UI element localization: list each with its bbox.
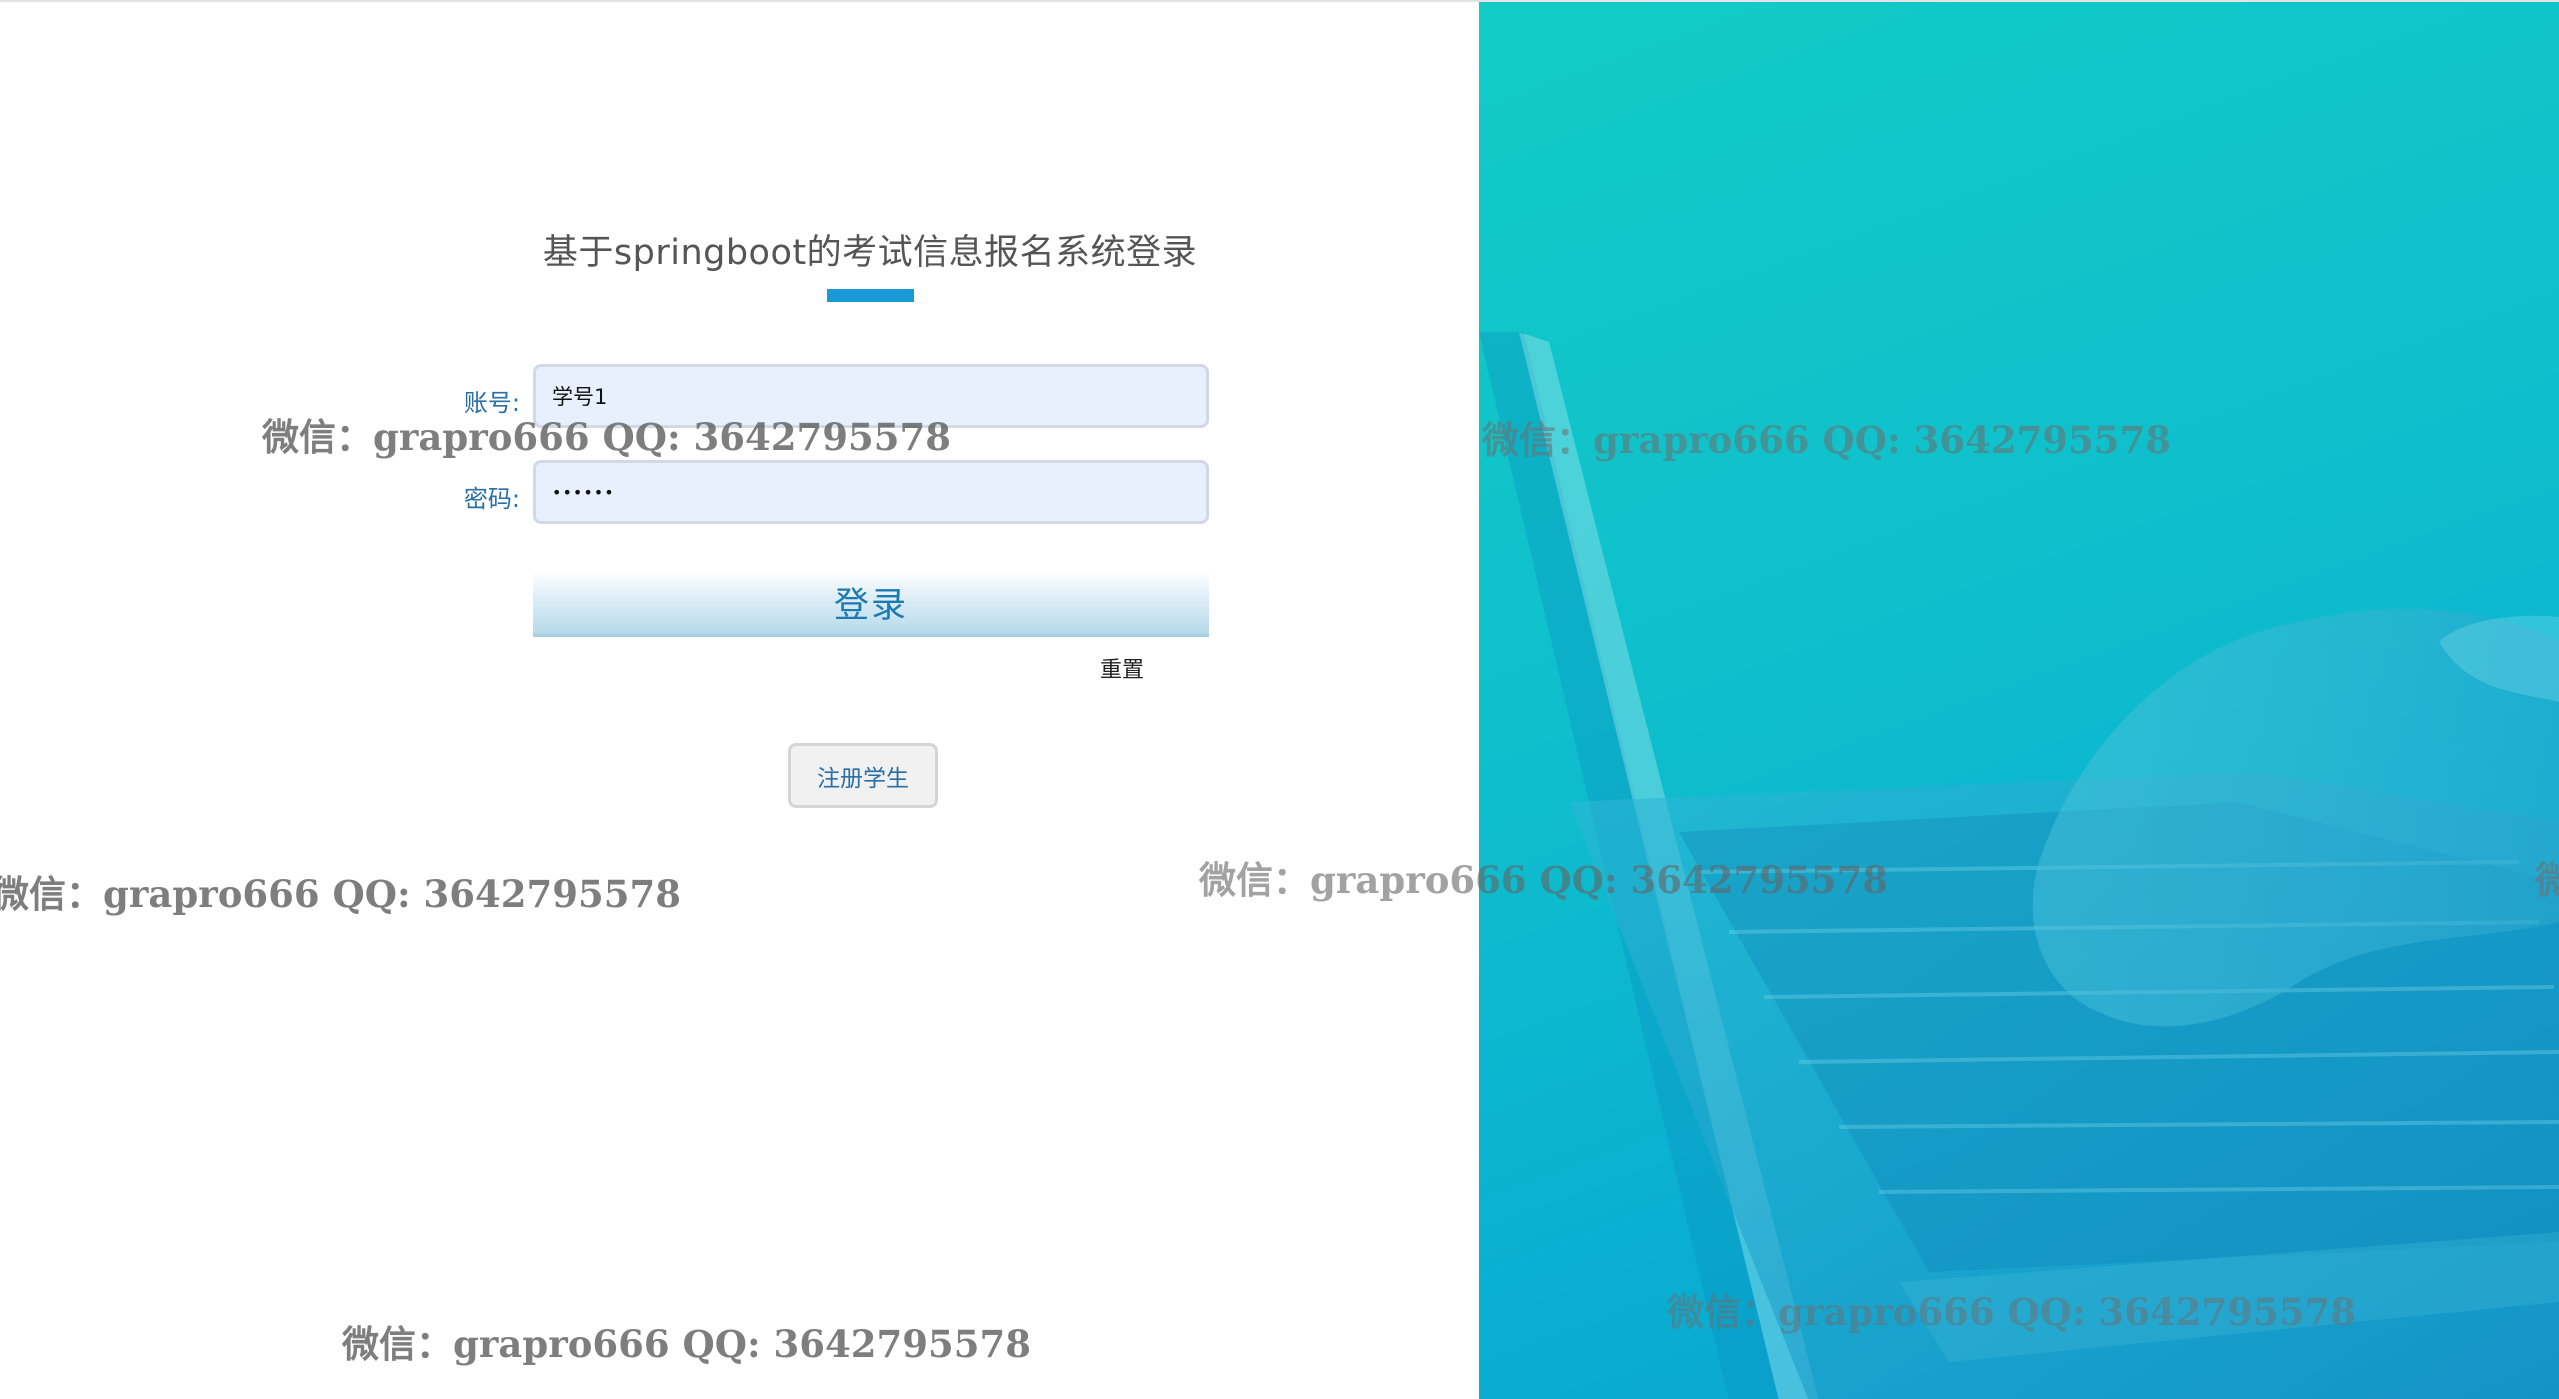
background-image-laptop [1479, 2, 2559, 1399]
login-page: 基于springboot的考试信息报名系统登录 账号: 密码: 登录 重置 注册… [0, 0, 2559, 1399]
account-input[interactable] [533, 364, 1209, 428]
reset-button[interactable]: 重置 [1100, 652, 1144, 684]
laptop-illustration [1479, 332, 2559, 1399]
login-panel: 基于springboot的考试信息报名系统登录 账号: 密码: 登录 重置 注册… [0, 2, 1479, 1399]
password-label: 密码: [463, 485, 520, 513]
register-student-button[interactable]: 注册学生 [788, 743, 938, 808]
title-underline [827, 289, 914, 302]
login-button[interactable]: 登录 [533, 571, 1209, 637]
password-input[interactable] [533, 460, 1209, 524]
account-label: 账号: [463, 389, 520, 417]
page-title: 基于springboot的考试信息报名系统登录 [542, 233, 1198, 273]
